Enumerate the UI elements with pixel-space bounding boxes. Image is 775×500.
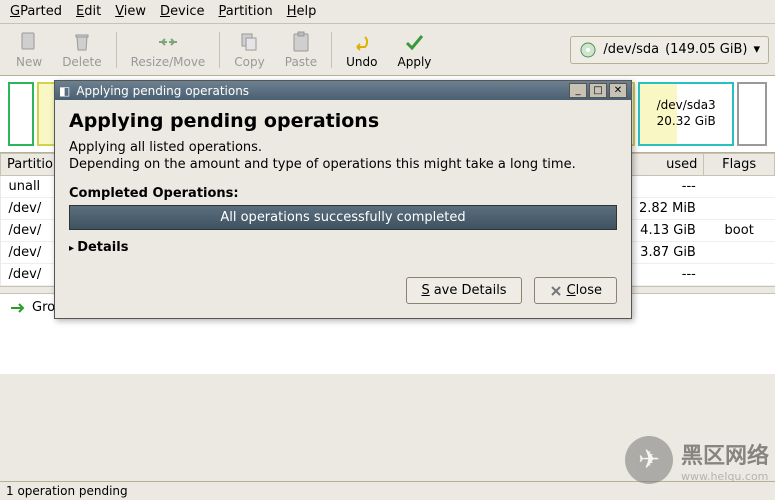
resize-label: Resize/Move	[131, 55, 206, 69]
new-button[interactable]: New	[6, 28, 52, 71]
cell-flags	[704, 242, 775, 264]
menu-device[interactable]: Device	[160, 4, 204, 19]
new-icon	[17, 30, 41, 54]
undo-icon	[350, 30, 374, 54]
copy-label: Copy	[234, 55, 264, 69]
delete-icon	[70, 30, 94, 54]
dialog-text: Applying all listed operations.	[69, 140, 617, 155]
grow-icon	[10, 301, 26, 315]
progress-bar: All operations successfully completed	[69, 205, 617, 230]
disk-segment[interactable]	[8, 82, 34, 146]
device-name: /dev/sda	[603, 42, 659, 57]
menu-partition[interactable]: Partition	[219, 4, 273, 19]
details-label: Details	[77, 240, 128, 255]
paste-icon	[289, 30, 313, 54]
dialog-titlebar[interactable]: ◧ Applying pending operations _ □ ✕	[55, 81, 631, 100]
applying-operations-dialog: ◧ Applying pending operations _ □ ✕ Appl…	[54, 80, 632, 319]
menubar: GParted Edit View Device Partition Help	[0, 0, 775, 24]
dialog-title: Applying pending operations	[76, 84, 249, 98]
save-details-label: ave Details	[434, 283, 507, 298]
device-selector[interactable]: /dev/sda (149.05 GiB) ▾	[570, 36, 769, 64]
delete-button[interactable]: Delete	[52, 28, 111, 71]
segment-size: 20.32 GiB	[657, 114, 716, 130]
close-window-button[interactable]: ✕	[609, 83, 627, 98]
watermark-logo-icon: ✈	[625, 436, 673, 484]
menu-view[interactable]: View	[115, 4, 146, 19]
watermark-text: 黑区网络	[681, 444, 769, 469]
resize-button[interactable]: Resize/Move	[121, 28, 216, 71]
toolbar: New Delete Resize/Move Copy Paste Undo A…	[0, 24, 775, 76]
device-size: (149.05 GiB)	[665, 42, 747, 57]
apply-label: Apply	[398, 55, 432, 69]
apply-button[interactable]: Apply	[388, 28, 442, 71]
cell-flags	[704, 198, 775, 220]
details-expander[interactable]: Details	[69, 240, 617, 255]
close-button[interactable]: Close	[534, 277, 617, 304]
col-flags[interactable]: Flags	[704, 154, 775, 176]
save-details-button[interactable]: Save Details	[406, 277, 521, 304]
apply-icon	[402, 30, 426, 54]
paste-label: Paste	[285, 55, 317, 69]
toolbar-separator	[331, 32, 332, 68]
app-icon: ◧	[59, 84, 70, 98]
menu-edit[interactable]: Edit	[76, 4, 101, 19]
toolbar-separator	[219, 32, 220, 68]
undo-label: Undo	[346, 55, 377, 69]
cell-flags	[704, 264, 775, 286]
menu-help[interactable]: Help	[287, 4, 317, 19]
status-bar: 1 operation pending	[0, 481, 775, 500]
cell-flags: boot	[704, 220, 775, 242]
resize-icon	[156, 30, 180, 54]
disk-icon	[579, 41, 597, 59]
paste-button[interactable]: Paste	[275, 28, 327, 71]
disk-segment[interactable]	[737, 82, 767, 146]
undo-button[interactable]: Undo	[336, 28, 387, 71]
toolbar-separator	[116, 32, 117, 68]
new-label: New	[16, 55, 42, 69]
delete-label: Delete	[62, 55, 101, 69]
maximize-button[interactable]: □	[589, 83, 607, 98]
disk-segment-sda3[interactable]: /dev/sda3 20.32 GiB	[638, 82, 734, 146]
close-icon	[549, 284, 563, 298]
dialog-heading: Applying pending operations	[69, 110, 617, 132]
copy-icon	[238, 30, 262, 54]
cell-flags	[704, 176, 775, 198]
copy-button[interactable]: Copy	[224, 28, 274, 71]
minimize-button[interactable]: _	[569, 83, 587, 98]
dialog-text: Depending on the amount and type of oper…	[69, 157, 617, 172]
watermark: ✈ 黑区网络 www.heIqu.com	[625, 436, 769, 484]
completed-operations-label: Completed Operations:	[69, 186, 617, 201]
menu-gparted[interactable]: GParted	[10, 4, 62, 19]
chevron-down-icon: ▾	[753, 42, 760, 57]
segment-label: /dev/sda3	[657, 98, 716, 114]
